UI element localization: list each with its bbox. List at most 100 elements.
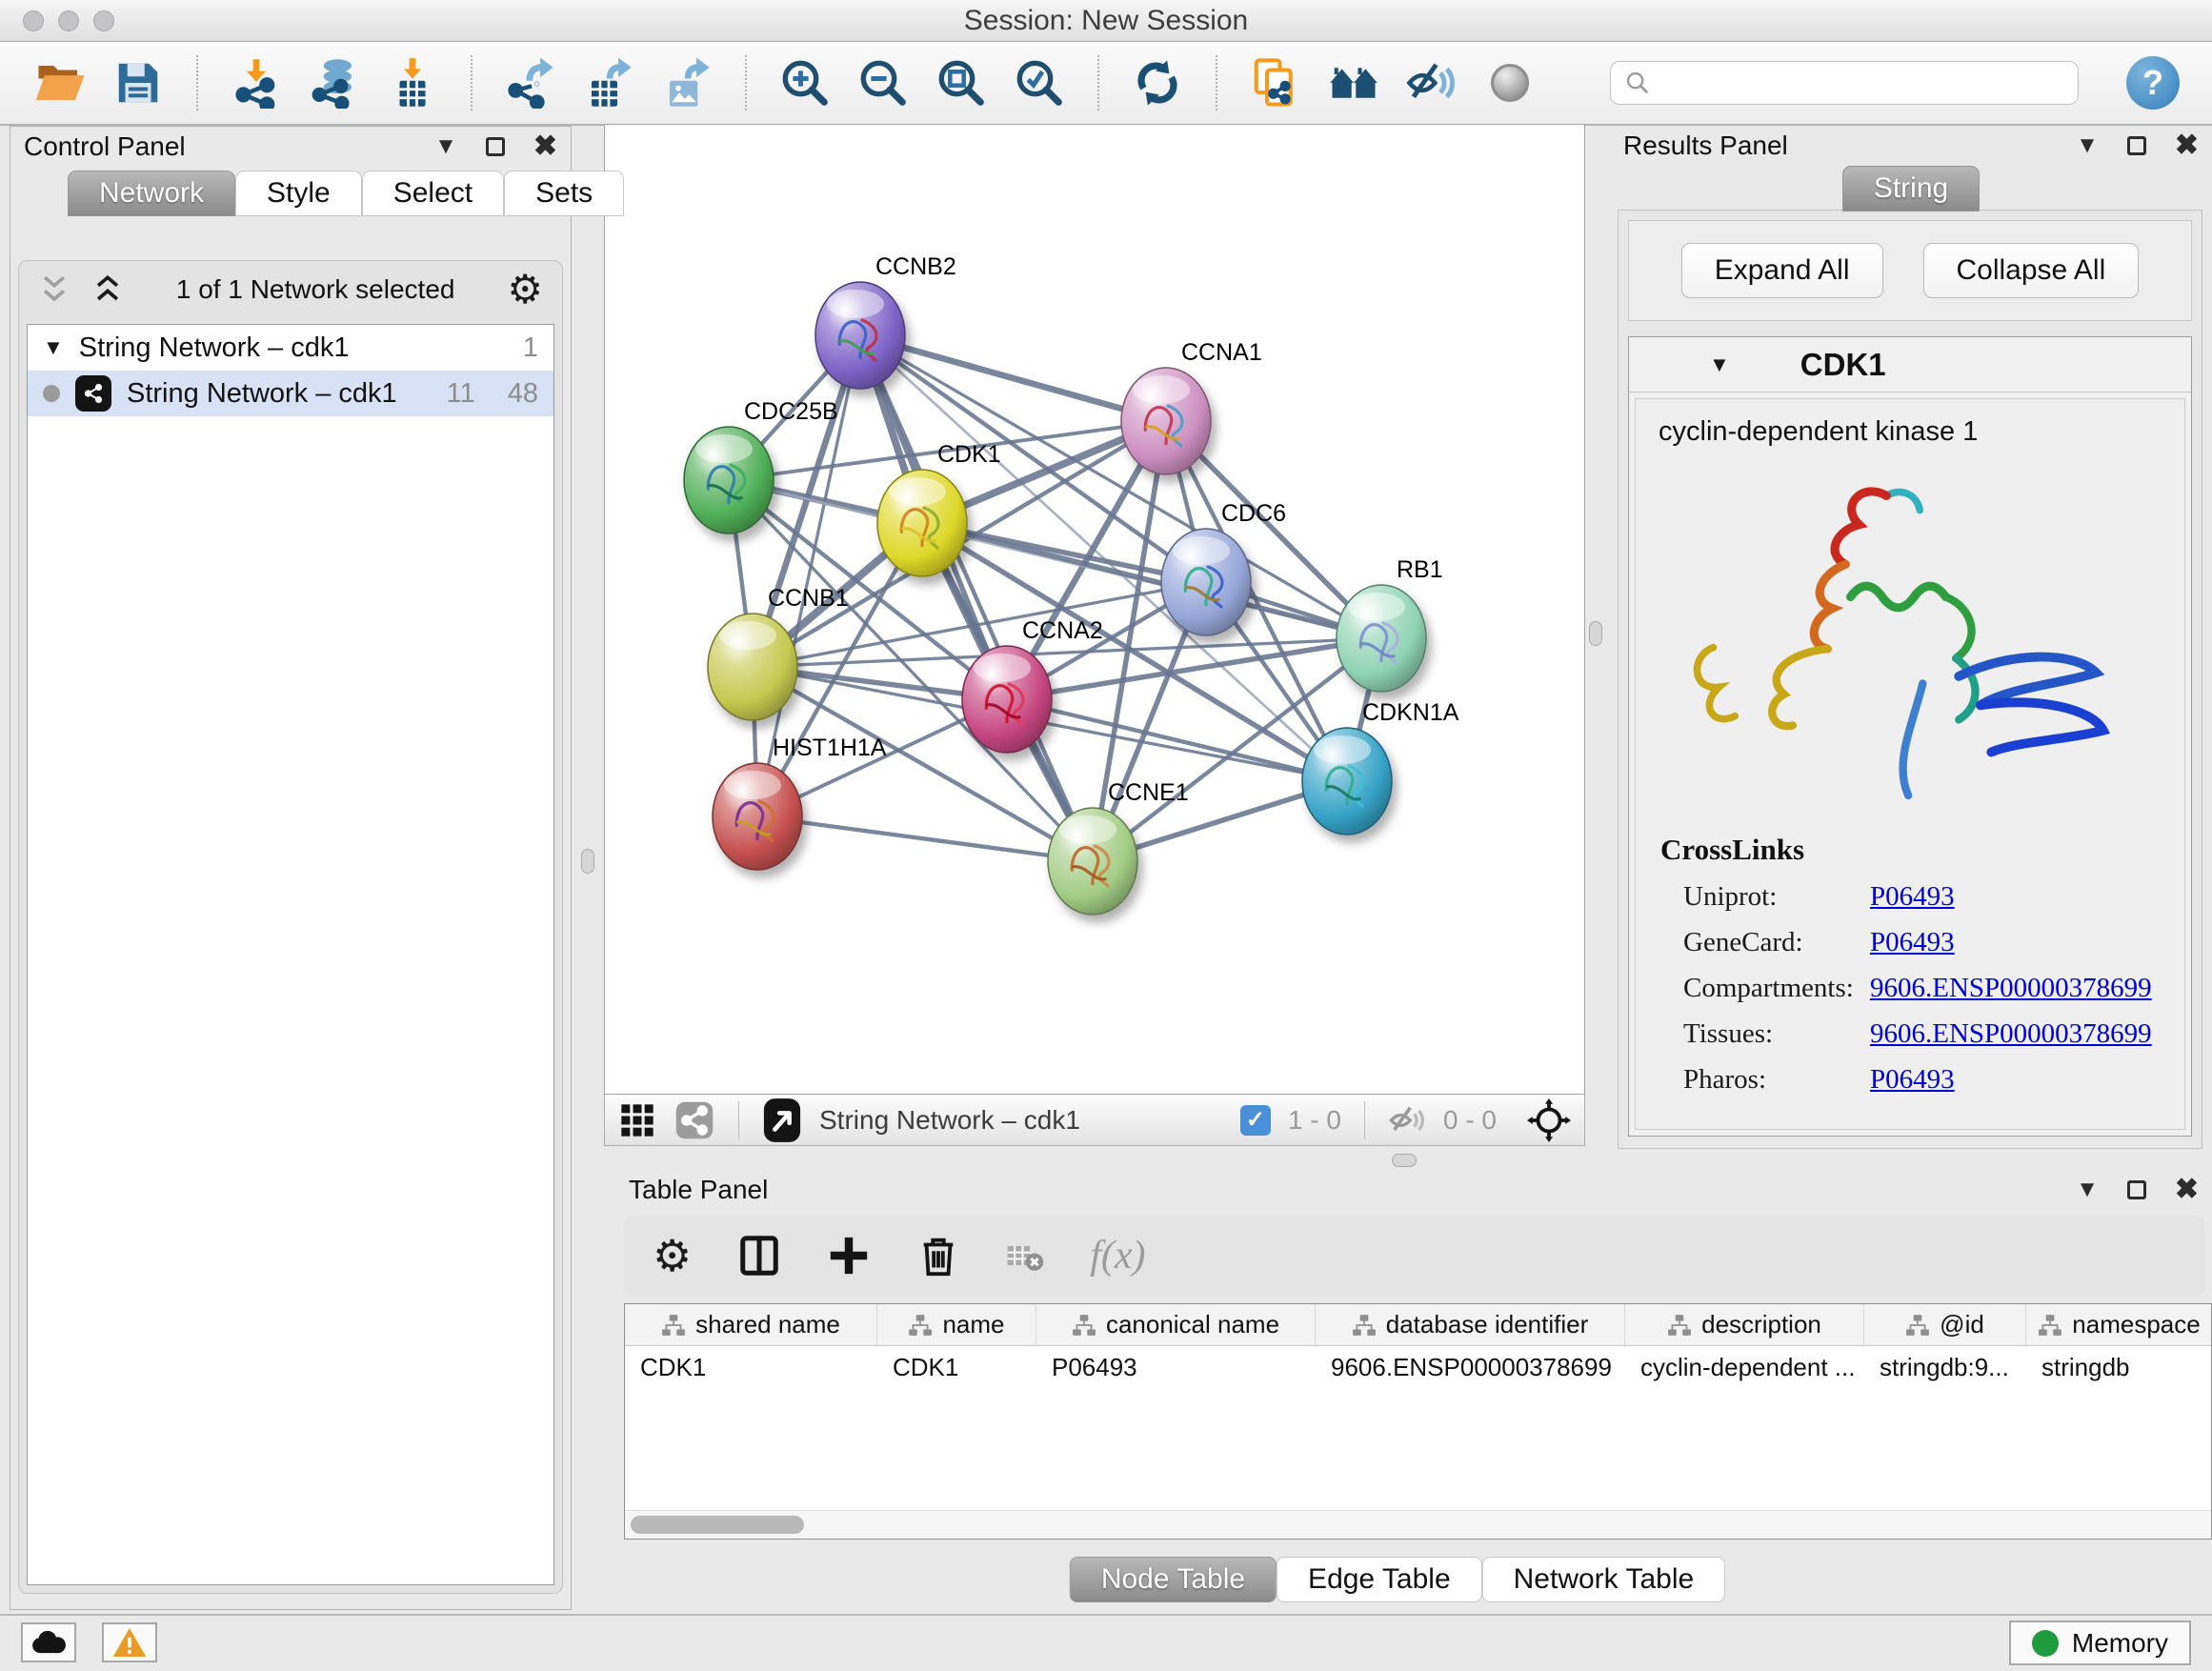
table-cell[interactable]: CDK1	[625, 1346, 877, 1388]
network-tree-child-row[interactable]: String Network – cdk1 11 48	[28, 371, 553, 416]
crosslink-value-link[interactable]: 9606.ENSP00000378699	[1870, 973, 2152, 1004]
panel-close-icon[interactable]: ✖	[2175, 131, 2199, 160]
left-splitter-handle[interactable]	[581, 849, 594, 874]
crosslink-value-link[interactable]: P06493	[1870, 927, 1955, 958]
panel-collapse-icon[interactable]: ▼	[2076, 134, 2099, 157]
selected-checkbox-icon[interactable]: ✓	[1240, 1105, 1271, 1136]
column-header-1[interactable]: name	[877, 1304, 1036, 1345]
toolbar-search[interactable]	[1610, 61, 2079, 105]
zoom-out-button[interactable]	[855, 54, 911, 111]
cloud-status-button[interactable]	[21, 1622, 76, 1662]
node-CCNE1[interactable]: CCNE1	[1048, 779, 1189, 915]
hide-selected-button[interactable]	[1404, 54, 1459, 111]
table-cell[interactable]: 9606.ENSP00000378699	[1316, 1346, 1625, 1388]
node-table[interactable]: shared namenamecanonical namedatabase id…	[624, 1303, 2212, 1540]
network-view-canvas[interactable]: CCNB2CCNA1CDC25BCDK1CDC6RB1CCNB1CCNA2CDK…	[604, 124, 1585, 1095]
network-list-icon[interactable]	[674, 1099, 715, 1141]
column-header-2[interactable]: canonical name	[1036, 1304, 1316, 1345]
tab-sets[interactable]: Sets	[504, 171, 624, 216]
open-session-button[interactable]	[32, 54, 88, 111]
table-settings-gear-icon[interactable]: ⚙	[653, 1234, 692, 1278]
crosshair-icon[interactable]	[1527, 1098, 1571, 1142]
bottom-splitter-handle[interactable]	[1392, 1154, 1417, 1167]
help-button[interactable]: ?	[2126, 56, 2180, 110]
gear-icon[interactable]: ⚙	[507, 270, 543, 310]
panel-collapse-icon[interactable]: ▼	[2076, 1178, 2099, 1201]
node-CDKN1A[interactable]: CDKN1A	[1302, 699, 1459, 835]
node-label-CDKN1A: CDKN1A	[1362, 699, 1459, 726]
table-row[interactable]: CDK1CDK1P064939606.ENSP00000378699cyclin…	[625, 1346, 2211, 1388]
apply-layout-button[interactable]	[1130, 54, 1185, 111]
tab-string[interactable]: String	[1842, 166, 1980, 211]
clone-network-button[interactable]	[1248, 54, 1303, 111]
delete-table-icon[interactable]	[1006, 1234, 1044, 1278]
export-image-button[interactable]	[659, 54, 714, 111]
network-status-dot	[43, 385, 60, 402]
panel-float-icon[interactable]	[2127, 136, 2146, 155]
tab-edge-table[interactable]: Edge Table	[1277, 1557, 1482, 1602]
scrollbar-thumb[interactable]	[631, 1516, 804, 1534]
zoom-fit-button[interactable]	[934, 54, 989, 111]
node-details-header[interactable]: ▼ CDK1	[1629, 337, 2191, 393]
table-horizontal-scrollbar[interactable]	[625, 1510, 2211, 1539]
tab-network-table[interactable]: Network Table	[1482, 1557, 1726, 1602]
tab-node-table[interactable]: Node Table	[1070, 1557, 1277, 1602]
memory-button[interactable]: Memory	[2009, 1621, 2191, 1665]
crosslink-value-link[interactable]: P06493	[1870, 881, 1955, 913]
node-HIST1H1A[interactable]: HIST1H1A	[713, 735, 887, 870]
edge[interactable]	[860, 335, 1093, 861]
zoom-in-button[interactable]	[777, 54, 833, 111]
panel-collapse-icon[interactable]: ▼	[434, 135, 457, 158]
node-CCNB2[interactable]: CCNB2	[815, 253, 956, 389]
panel-close-icon[interactable]: ✖	[533, 132, 557, 161]
node-RB1[interactable]: RB1	[1337, 556, 1443, 692]
right-splitter-handle[interactable]	[1589, 621, 1602, 646]
panel-close-icon[interactable]: ✖	[2175, 1176, 2199, 1204]
detach-view-icon[interactable]	[762, 1097, 802, 1144]
add-column-icon[interactable]	[827, 1234, 871, 1278]
show-columns-icon[interactable]	[737, 1234, 781, 1278]
save-session-button[interactable]	[111, 54, 166, 111]
export-network-button[interactable]	[503, 54, 558, 111]
zoom-selected-button[interactable]	[1012, 54, 1067, 111]
graphics-details-button[interactable]	[1482, 54, 1538, 111]
panel-float-icon[interactable]	[2127, 1180, 2146, 1199]
search-input[interactable]	[1660, 69, 2064, 98]
table-cell[interactable]: stringdb	[2026, 1346, 2212, 1388]
tree-expander-icon[interactable]: ▼	[43, 335, 64, 360]
column-header-4[interactable]: description	[1625, 1304, 1864, 1345]
warnings-button[interactable]	[102, 1622, 157, 1662]
tab-style[interactable]: Style	[235, 171, 362, 216]
table-cell[interactable]: stringdb:9...	[1864, 1346, 2026, 1388]
delete-column-icon[interactable]	[916, 1234, 960, 1278]
network-tree-root-row[interactable]: ▼ String Network – cdk1 1	[28, 325, 553, 371]
column-header-5[interactable]: @id	[1864, 1304, 2026, 1345]
node-CCNA1[interactable]: CCNA1	[1121, 339, 1262, 474]
import-table-button[interactable]	[385, 54, 440, 111]
expand-all-button[interactable]: Expand All	[1681, 243, 1883, 298]
column-header-3[interactable]: database identifier	[1316, 1304, 1625, 1345]
expand-all-icon[interactable]	[91, 273, 124, 306]
panel-float-icon[interactable]	[486, 137, 505, 156]
edge[interactable]	[757, 816, 1093, 861]
export-table-button[interactable]	[581, 54, 636, 111]
crosslink-value-link[interactable]: 9606.ENSP00000378699	[1870, 1018, 2152, 1050]
collapse-node-icon[interactable]: ▼	[1709, 352, 1730, 377]
collapse-all-button[interactable]: Collapse All	[1923, 243, 2140, 298]
column-header-0[interactable]: shared name	[625, 1304, 877, 1345]
import-network-file-button[interactable]	[229, 54, 284, 111]
table-cell[interactable]: P06493	[1036, 1346, 1316, 1388]
tab-select[interactable]: Select	[362, 171, 504, 216]
grid-view-icon[interactable]	[618, 1101, 656, 1139]
import-network-database-button[interactable]	[307, 54, 362, 111]
crosslink-value-link[interactable]: P06493	[1870, 1064, 1955, 1096]
network-graph[interactable]: CCNB2CCNA1CDC25BCDK1CDC6RB1CCNB1CCNA2CDK…	[605, 125, 1584, 1094]
table-cell[interactable]: cyclin-dependent ...	[1625, 1346, 1864, 1388]
show-navigator-button[interactable]	[1326, 54, 1381, 111]
collapse-all-icon[interactable]	[38, 273, 70, 306]
tab-network[interactable]: Network	[68, 171, 235, 216]
function-builder-icon[interactable]: f(x)	[1090, 1233, 1145, 1278]
table-cell[interactable]: CDK1	[877, 1346, 1036, 1388]
node-CDK1[interactable]: CDK1	[877, 441, 1001, 576]
column-header-6[interactable]: namespace	[2026, 1304, 2212, 1345]
